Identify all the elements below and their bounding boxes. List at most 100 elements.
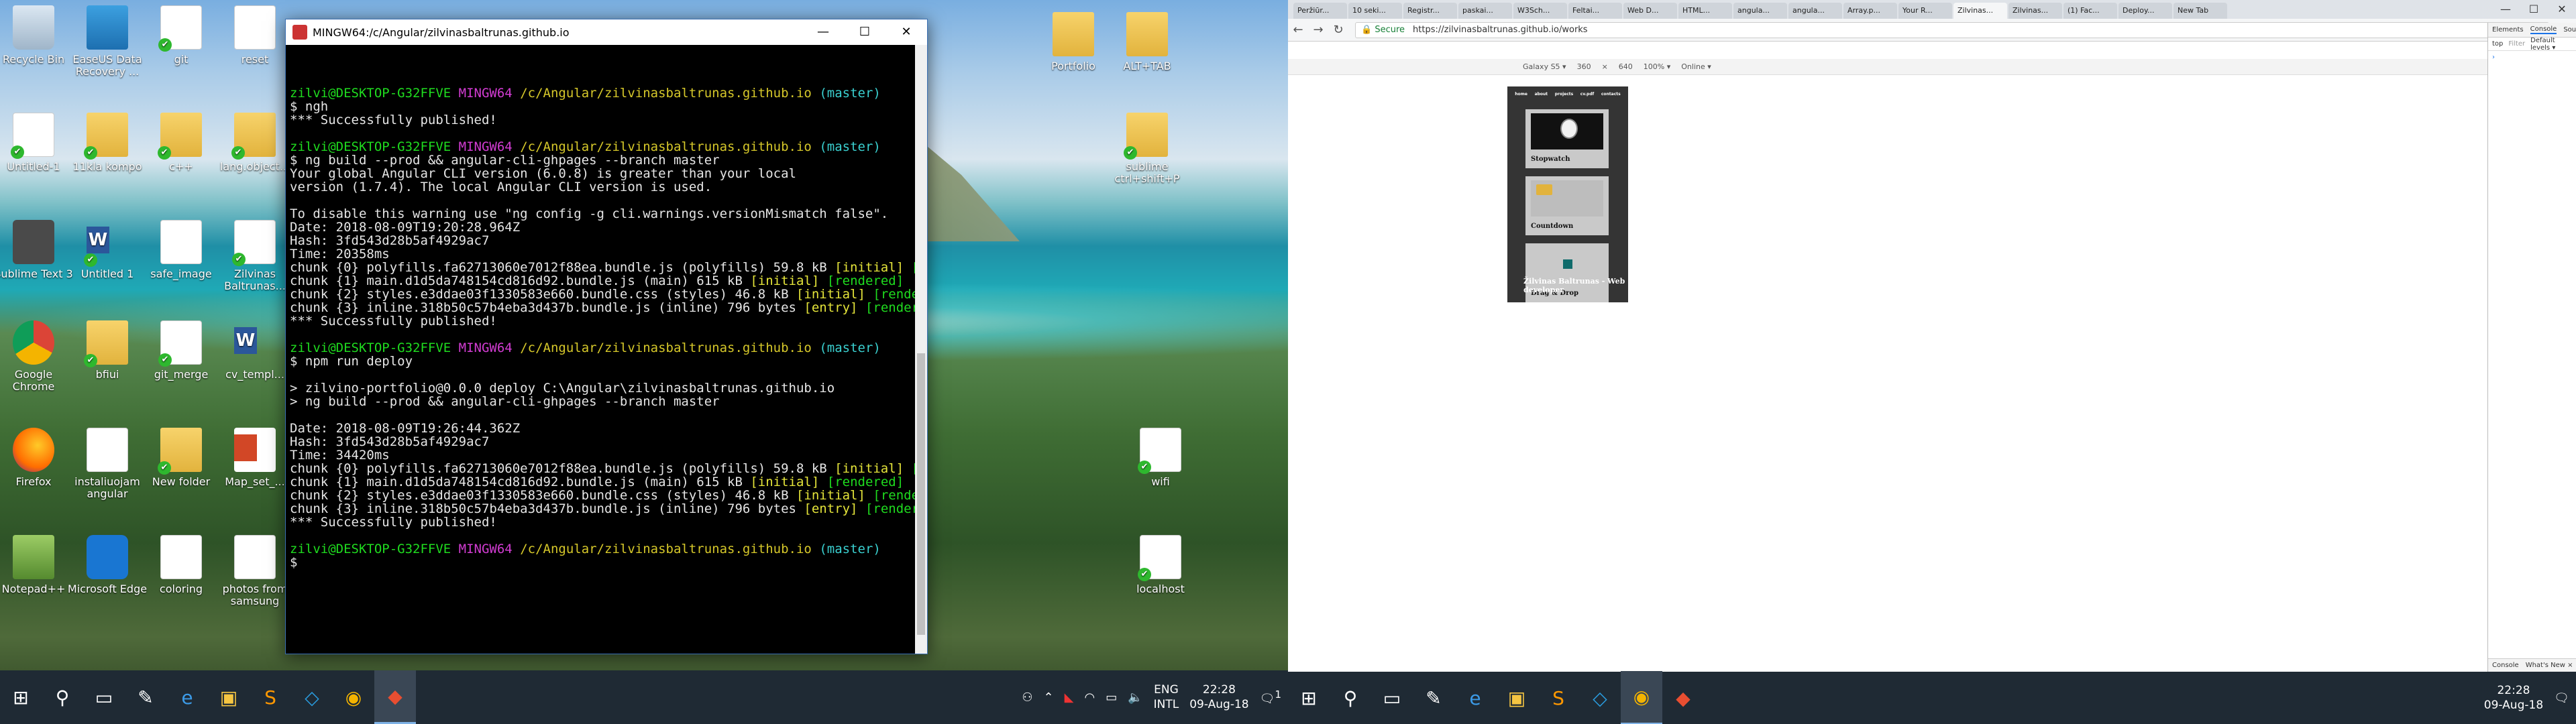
desktop-icon[interactable]: localhost: [1120, 532, 1201, 619]
browser-tab[interactable]: angula...: [1788, 3, 1842, 19]
chrome-icon[interactable]: ◉: [1621, 671, 1662, 724]
task-view-icon[interactable]: ▭: [1371, 671, 1413, 724]
card-countdown[interactable]: Countdown: [1525, 176, 1609, 235]
desktop-icon[interactable]: Recycle Bin: [0, 3, 74, 90]
site-nav-link[interactable]: cv.pdf: [1580, 92, 1594, 97]
task-view-icon[interactable]: ▭: [83, 670, 125, 724]
vscode-icon[interactable]: ◇: [291, 670, 333, 724]
pinned-app-icon[interactable]: ✎: [125, 670, 166, 724]
browser-tab[interactable]: Your R...: [1898, 3, 1952, 19]
drawer-tab-whatsnew[interactable]: What's New ×: [2526, 662, 2573, 669]
close-button[interactable]: ✕: [2548, 0, 2576, 19]
notification-icon[interactable]: 🗨1: [1260, 688, 1281, 706]
desktop-icon[interactable]: git_merge: [141, 318, 221, 405]
start-button[interactable]: ⊞: [1288, 671, 1330, 724]
browser-tab[interactable]: W3Sch...: [1513, 3, 1567, 19]
scroll-thumb[interactable]: [917, 353, 925, 635]
people-icon[interactable]: ⚇: [1022, 690, 1032, 705]
site-nav-link[interactable]: contacts: [1601, 92, 1621, 97]
sublime-icon[interactable]: S: [250, 670, 291, 724]
desktop-icon[interactable]: Untitled 1: [67, 217, 148, 304]
pinned-app-icon[interactable]: ✎: [1413, 671, 1454, 724]
browser-tab[interactable]: Registr...: [1403, 3, 1457, 19]
desktop-icon[interactable]: Portfolio: [1033, 9, 1114, 97]
wifi-icon[interactable]: ◠: [1084, 690, 1095, 705]
browser-tab[interactable]: Array.p...: [1843, 3, 1897, 19]
terminal-titlebar[interactable]: MINGW64:/c/Angular/zilvinasbaltrunas.git…: [286, 19, 927, 45]
desktop-icon[interactable]: photos from samsung: [215, 532, 295, 619]
drawer-tab-console[interactable]: Console: [2492, 662, 2519, 669]
browser-tab[interactable]: Feltai...: [1568, 3, 1622, 19]
levels-select[interactable]: Default levels ▾: [2530, 37, 2576, 52]
terminal-scrollbar[interactable]: [915, 45, 927, 654]
height-field[interactable]: 640: [1619, 62, 1633, 71]
browser-tab[interactable]: angula...: [1733, 3, 1787, 19]
search-icon[interactable]: ⚲: [42, 670, 83, 724]
desktop-icon[interactable]: Firefox: [0, 425, 74, 512]
desktop-icon[interactable]: ALT+TAB: [1107, 9, 1187, 97]
desktop-icon[interactable]: c++: [141, 110, 221, 197]
browser-tab[interactable]: Peržiūr...: [1293, 3, 1347, 19]
minimize-button[interactable]: —: [2491, 0, 2520, 19]
tab-console[interactable]: Console: [2530, 25, 2557, 34]
zoom-select[interactable]: 100% ▾: [1644, 62, 1670, 71]
desktop-icon[interactable]: 11kla kompo: [67, 110, 148, 197]
browser-tab[interactable]: Deploy...: [2118, 3, 2172, 19]
edge-icon[interactable]: e: [166, 670, 208, 724]
browser-tab[interactable]: Zilvinas...: [1953, 3, 2007, 19]
desktop-icon[interactable]: Notepad++: [0, 532, 74, 619]
clock[interactable]: 22:28 09-Aug-18: [2484, 683, 2543, 713]
antivirus-icon[interactable]: ◣: [1065, 690, 1074, 705]
forward-icon[interactable]: →: [1308, 23, 1328, 37]
desktop-icon[interactable]: bfiui: [67, 318, 148, 405]
desktop-icon[interactable]: New folder: [141, 425, 221, 512]
network-select[interactable]: Online ▾: [1681, 62, 1711, 71]
device-select[interactable]: Galaxy S5 ▾: [1523, 62, 1566, 71]
site-nav-link[interactable]: about: [1535, 92, 1548, 97]
site-nav-link[interactable]: home: [1515, 92, 1527, 97]
tab-sources[interactable]: Sources: [2563, 26, 2576, 34]
maximize-button[interactable]: ☐: [844, 19, 885, 45]
maximize-button[interactable]: ☐: [2520, 0, 2548, 19]
git-bash-taskbar-icon[interactable]: ◆: [1662, 671, 1704, 724]
file-explorer-icon[interactable]: ▣: [1496, 671, 1538, 724]
back-icon[interactable]: ←: [1288, 23, 1308, 37]
edge-icon[interactable]: e: [1454, 671, 1496, 724]
volume-icon[interactable]: 🔈: [1128, 690, 1142, 705]
desktop-icon[interactable]: coloring: [141, 532, 221, 619]
desktop-icon[interactable]: wifi: [1120, 425, 1201, 512]
git-bash-taskbar-icon[interactable]: ◆: [374, 670, 416, 724]
browser-tab[interactable]: (1) Fac...: [2063, 3, 2117, 19]
browser-tab[interactable]: Web D...: [1623, 3, 1677, 19]
site-nav-link[interactable]: projects: [1555, 92, 1574, 97]
desktop-icon[interactable]: Untitled-1: [0, 110, 74, 197]
browser-tab[interactable]: Zilvinas...: [2008, 3, 2062, 19]
filter-input[interactable]: Filter: [2508, 40, 2525, 48]
desktop-icon[interactable]: Map_set_...: [215, 425, 295, 512]
browser-tab[interactable]: paskai...: [1458, 3, 1512, 19]
close-button[interactable]: ✕: [885, 19, 927, 45]
search-icon[interactable]: ⚲: [1330, 671, 1371, 724]
desktop-icon[interactable]: Microsoft Edge: [67, 532, 148, 619]
drag-square[interactable]: [1563, 259, 1572, 269]
desktop-icon[interactable]: instaliuojam angular: [67, 425, 148, 512]
browser-tab[interactable]: New Tab: [2174, 3, 2227, 19]
terminal-window[interactable]: MINGW64:/c/Angular/zilvinasbaltrunas.git…: [285, 19, 928, 654]
desktop-icon[interactable]: reset: [215, 3, 295, 90]
chrome-icon[interactable]: ◉: [333, 670, 374, 724]
context-select[interactable]: top: [2492, 40, 2503, 48]
desktop-icon[interactable]: sublime ctrl+shift+P: [1107, 110, 1187, 197]
file-explorer-icon[interactable]: ▣: [208, 670, 250, 724]
browser-tab[interactable]: HTML...: [1678, 3, 1732, 19]
desktop-icon[interactable]: EaseUS Data Recovery ...: [67, 3, 148, 90]
vscode-icon[interactable]: ◇: [1579, 671, 1621, 724]
notification-icon[interactable]: 🗨: [2554, 691, 2569, 705]
terminal-output[interactable]: zilvi@DESKTOP-G32FFVE MINGW64 /c/Angular…: [286, 45, 927, 654]
card-stopwatch[interactable]: Stopwatch: [1525, 109, 1609, 168]
width-field[interactable]: 360: [1577, 62, 1591, 71]
console-prompt[interactable]: ›: [2488, 51, 2576, 64]
desktop-icon[interactable]: Zilvinas Baltrunas...: [215, 217, 295, 304]
sublime-icon[interactable]: S: [1538, 671, 1579, 724]
desktop-icon[interactable]: Google Chrome: [0, 318, 74, 405]
chevron-up-icon[interactable]: ⌃: [1044, 690, 1054, 705]
